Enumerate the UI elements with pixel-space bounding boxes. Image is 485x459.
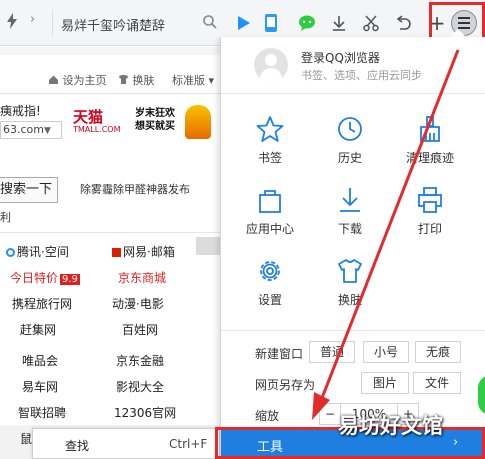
menu-item-skin[interactable]: 换肤 xyxy=(307,257,393,319)
domain-select[interactable]: 63.com xyxy=(0,121,62,139)
menu-item-print[interactable]: 打印 xyxy=(387,186,473,248)
avatar[interactable] xyxy=(254,48,288,82)
chevron-down-icon: ▼ xyxy=(44,126,51,136)
gear-icon xyxy=(260,261,280,281)
new-window-normal-button[interactable]: 普通 xyxy=(309,341,355,363)
zoom-label: 缩放 xyxy=(255,409,280,423)
link-cut-left[interactable]: 鼠 xyxy=(20,430,32,447)
link-tencent[interactable]: 腾讯·空间 xyxy=(6,243,69,260)
wechat-icon[interactable] xyxy=(294,10,320,36)
tencent-icon xyxy=(6,248,15,257)
link-ganji[interactable]: 赶集网 xyxy=(20,321,56,338)
floating-assistant-icon[interactable] xyxy=(478,375,485,415)
menu-item-history[interactable]: 历史 xyxy=(307,115,393,177)
link-jd[interactable]: 京东商城 xyxy=(118,269,166,286)
new-window-small-button[interactable]: 小号 xyxy=(363,341,409,363)
search-icon[interactable] xyxy=(202,14,218,33)
bag-icon xyxy=(259,190,281,213)
forward-icon[interactable]: › xyxy=(30,12,35,27)
menu-item-app-center[interactable]: 应用中心 xyxy=(227,186,313,248)
netease-icon xyxy=(112,248,121,257)
save-page-label: 网页另存为 xyxy=(255,378,316,392)
address-bar[interactable]: 易烊千玺吟诵楚辞 xyxy=(52,10,222,36)
save-page-row: 网页另存为 图片 文件 xyxy=(221,370,485,397)
context-menu: 查找 Ctrl+F xyxy=(32,428,220,459)
link-163[interactable]: 网易·邮箱 xyxy=(112,243,175,260)
undo-icon[interactable] xyxy=(390,10,416,36)
link-vip[interactable]: 唯品会 xyxy=(22,352,58,369)
printer-icon xyxy=(418,187,442,213)
new-window-label: 新建窗口 xyxy=(255,347,304,361)
broom-icon xyxy=(420,116,440,142)
new-window-row: 新建窗口 普通 小号 无痕 xyxy=(221,339,485,366)
login-section[interactable]: 登录QQ浏览器 书签、选项、应用云同步 xyxy=(221,37,485,93)
set-homepage-link[interactable]: 设为主页 xyxy=(48,72,107,88)
bolt-icon[interactable] xyxy=(6,13,18,32)
download-icon xyxy=(340,188,360,212)
background-web-page: 设为主页 换肤 标准版 ▾ 痍戒指! 63.com ▼ 天猫 TMALL.COM… xyxy=(0,47,220,459)
scissors-icon[interactable] xyxy=(358,10,384,36)
address-text: 易烊千玺吟诵楚辞 xyxy=(61,19,166,34)
link-zhaopin[interactable]: 智联招聘 xyxy=(18,404,66,421)
tmall-logo: 天猫 xyxy=(73,108,104,126)
video-play-icon[interactable] xyxy=(230,10,256,36)
promo-link[interactable]: 除雾霾除甲醛神器发布 xyxy=(80,181,190,197)
link-anime[interactable]: 动漫·电影 xyxy=(112,295,164,312)
context-find-shortcut: Ctrl+F xyxy=(169,437,208,451)
link-baixing[interactable]: 百姓网 xyxy=(122,321,158,338)
skin-link[interactable]: 换肤 xyxy=(118,72,155,88)
context-find-item[interactable]: 查找 xyxy=(65,437,89,454)
menu-item-clear-traces[interactable]: 清理痕迹 xyxy=(387,115,473,177)
star-icon xyxy=(256,116,284,142)
link-yiche[interactable]: 易车网 xyxy=(22,378,58,395)
download-icon[interactable] xyxy=(326,10,352,36)
shirt-icon xyxy=(338,259,362,283)
new-window-incognito-button[interactable]: 无痕 xyxy=(415,341,461,363)
watermark: 易坊好文馆 xyxy=(338,414,443,438)
login-title: 登录QQ浏览器 xyxy=(301,51,380,65)
browser-main-menu: 登录QQ浏览器 书签、选项、应用云同步 书签 历史 清理痕迹 应用中心 下载 打… xyxy=(220,37,485,459)
menu-item-settings[interactable]: 设置 xyxy=(227,257,313,319)
tmall-banner[interactable]: 天猫 TMALL.COM 岁末狂欢 想买就买 xyxy=(73,105,213,141)
menu-item-download[interactable]: 下载 xyxy=(307,186,393,248)
save-as-image-button[interactable]: 图片 xyxy=(361,372,409,394)
version-select[interactable]: 标准版 ▾ xyxy=(172,72,214,88)
link-jd-finance[interactable]: 京东金融 xyxy=(116,352,164,369)
link-video[interactable]: 影视大全 xyxy=(116,378,164,395)
menu-item-bookmarks[interactable]: 书签 xyxy=(227,115,313,177)
search-button[interactable]: 搜索一下 xyxy=(0,177,58,203)
link-12306[interactable]: 12306官网 xyxy=(114,404,176,421)
notice-text: 痍戒指! xyxy=(0,104,41,118)
link-ctrip[interactable]: 携程旅行网 xyxy=(12,295,72,312)
login-subtitle: 书签、选项、应用云同步 xyxy=(301,69,422,82)
link-today-deals[interactable]: 今日特价 9.9 xyxy=(10,269,80,286)
banner-figure-icon xyxy=(185,105,211,139)
clock-icon xyxy=(338,117,362,141)
save-as-file-button[interactable]: 文件 xyxy=(413,372,461,394)
phone-icon[interactable] xyxy=(258,10,284,36)
